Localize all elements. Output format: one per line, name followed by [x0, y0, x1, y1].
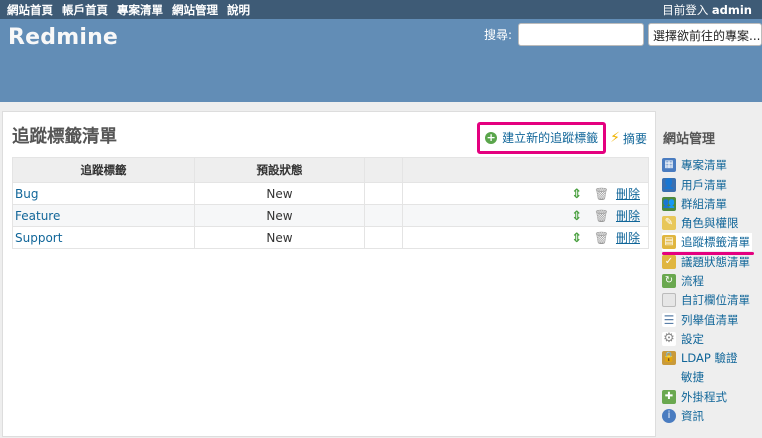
sidebar-item-agile[interactable]: 敏捷	[681, 368, 704, 386]
summary-icon: ⚡	[610, 130, 620, 146]
project-jump-select[interactable]: 選擇欲前往的專案...	[648, 23, 762, 46]
gear-icon: ⚙	[662, 331, 676, 346]
sidebar-item-ldap[interactable]: 🔒 LDAP 驗證	[662, 349, 738, 367]
delete-link[interactable]: 刪除	[616, 231, 640, 245]
sidebar-item-custom-fields[interactable]: 自訂欄位清單	[662, 291, 750, 309]
delete-link[interactable]: 刪除	[616, 209, 640, 223]
user-link[interactable]: admin	[712, 3, 752, 17]
top-menu-projects[interactable]: 專案清單	[117, 2, 163, 18]
projects-icon: ▦	[662, 158, 676, 172]
delete-link[interactable]: 刪除	[616, 187, 640, 201]
logged-as: 目前登入 admin	[662, 2, 752, 18]
sidebar-item-roles[interactable]: ✎ 角色與權限	[662, 214, 739, 232]
plugins-icon: ✚	[662, 390, 676, 404]
sidebar-item-plugins[interactable]: ✚ 外掛程式	[662, 388, 727, 406]
sidebar-item-issue-statuses[interactable]: ✓ 議題狀態清單	[662, 253, 750, 271]
default-status-cell: New	[194, 204, 365, 227]
roles-icon: ✎	[662, 216, 676, 230]
new-tracker-label: 建立新的追蹤標籤	[502, 131, 599, 145]
table-row: Bug New ⇕ 🗑 刪除	[12, 182, 649, 205]
table-header-row: 追蹤標籤 預設狀態	[12, 157, 649, 183]
contextual-actions: + 建立新的追蹤標籤 ⚡ 摘要	[477, 122, 647, 154]
column-header-tracker[interactable]: 追蹤標籤	[12, 157, 195, 183]
info-icon: i	[662, 409, 676, 423]
workflow-icon: ↻	[662, 274, 676, 288]
top-menu-home[interactable]: 網站首頁	[7, 2, 53, 18]
logged-in-label: 目前登入	[662, 3, 709, 17]
tracker-link[interactable]: Feature	[13, 209, 60, 223]
sidebar-title: 網站管理	[663, 132, 716, 147]
sidebar-item-enumerations[interactable]: ☰ 列舉值清單	[662, 311, 739, 329]
sidebar-item-users[interactable]: 👤 用戶清單	[662, 176, 727, 194]
groups-icon: 👥	[662, 197, 676, 211]
page-title: 追蹤標籤清單	[12, 127, 117, 147]
top-menu-my-page[interactable]: 帳戶首頁	[62, 2, 108, 18]
top-menu-help[interactable]: 說明	[227, 2, 250, 18]
reorder-handle-icon[interactable]: ⇕	[571, 209, 582, 224]
table-row: Feature New ⇕ 🗑 刪除	[12, 204, 649, 227]
custom-fields-icon	[662, 293, 676, 307]
ldap-icon: 🔒	[662, 351, 676, 365]
top-menu: 網站首頁 帳戶首頁 專案清單 網站管理 說明 目前登入 admin	[0, 0, 762, 23]
search-label: 搜尋:	[483, 28, 512, 42]
trash-icon: 🗑	[593, 231, 610, 245]
header: Redmine 搜尋: 選擇欲前往的專案...	[0, 19, 762, 102]
main: 追蹤標籤清單 + 建立新的追蹤標籤 ⚡ 摘要 追蹤標籤 預設狀態 Bug New…	[0, 102, 762, 438]
sidebar-item-trackers[interactable]: ▤ 追蹤標籤清單	[662, 233, 754, 255]
search-input[interactable]	[518, 23, 644, 46]
default-status-cell: New	[194, 226, 365, 249]
sidebar-item-workflow[interactable]: ↻ 流程	[662, 272, 704, 290]
sidebar-item-settings[interactable]: ⚙ 設定	[662, 330, 704, 348]
reorder-handle-icon[interactable]: ⇕	[571, 231, 582, 246]
new-tracker-link[interactable]: + 建立新的追蹤標籤	[477, 122, 607, 154]
default-status-cell: New	[194, 182, 365, 205]
sidebar-item-info[interactable]: i 資訊	[662, 407, 704, 425]
quick-search: 搜尋: 選擇欲前往的專案...	[484, 23, 762, 46]
column-header-blank	[364, 157, 403, 183]
content: 追蹤標籤清單 + 建立新的追蹤標籤 ⚡ 摘要 追蹤標籤 預設狀態 Bug New…	[2, 111, 656, 437]
reorder-handle-icon[interactable]: ⇕	[571, 187, 582, 202]
sidebar-item-projects[interactable]: ▦ 專案清單	[662, 156, 727, 174]
summary-label: 摘要	[622, 131, 647, 146]
table-row: Support New ⇕ 🗑 刪除	[12, 226, 649, 249]
summary-link[interactable]: ⚡ 摘要	[610, 130, 647, 147]
top-menu-administration[interactable]: 網站管理	[171, 2, 220, 23]
app-title: Redmine	[8, 25, 119, 50]
column-header-actions	[402, 157, 649, 183]
enumerations-icon: ☰	[662, 313, 676, 327]
top-menu-links: 網站首頁 帳戶首頁 專案清單 網站管理 說明	[7, 2, 259, 23]
trash-icon: 🗑	[593, 187, 610, 201]
trash-icon: 🗑	[593, 209, 610, 223]
column-header-default-status[interactable]: 預設狀態	[194, 157, 365, 183]
sidebar-item-groups[interactable]: 👥 群組清單	[662, 195, 727, 213]
trackers-table: 追蹤標籤 預設狀態 Bug New ⇕ 🗑 刪除 Feature New ⇕ 🗑…	[12, 157, 649, 249]
add-icon: +	[485, 130, 498, 144]
tracker-link[interactable]: Bug	[13, 187, 38, 201]
issue-statuses-icon: ✓	[662, 255, 676, 269]
tracker-link[interactable]: Support	[13, 231, 62, 245]
users-icon: 👤	[662, 178, 676, 192]
trackers-icon: ▤	[662, 235, 676, 249]
